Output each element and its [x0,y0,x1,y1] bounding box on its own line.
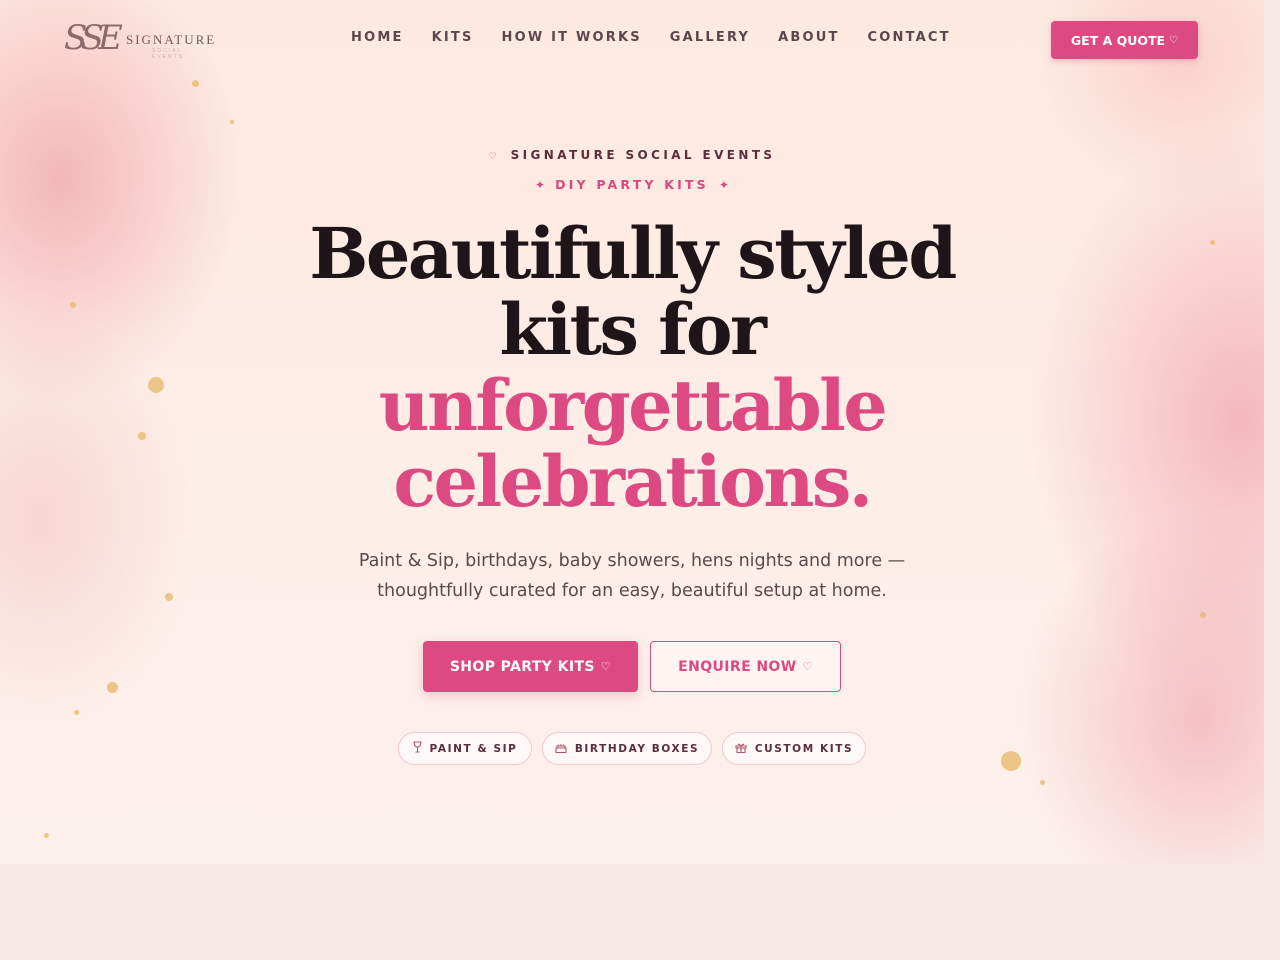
gift-icon [735,742,747,756]
gold-speck [1200,612,1206,618]
get-a-quote-button[interactable]: GET A QUOTE ♡ [1051,21,1198,59]
gold-speck [192,80,199,87]
kicker-text: DIY PARTY KITS [555,177,709,192]
wine-glass-icon [412,741,422,756]
brand-logo[interactable]: SSE SIGNATURE SOCIAL EVENTS [64,18,214,60]
chip-custom-kits[interactable]: CUSTOM KITS [722,732,866,765]
gold-speck [74,710,79,715]
main-menu: HOME KITS HOW IT WORKS GALLERY ABOUT CON… [351,30,951,45]
chip-label: CUSTOM KITS [754,742,854,755]
gold-speck [107,682,118,693]
eyebrow-text: SIGNATURE SOCIAL EVENTS [510,148,776,162]
hero-kicker: ✦ DIY PARTY KITS ✦ [0,177,1264,192]
get-a-quote-label: GET A QUOTE [1070,32,1166,48]
top-nav: SSE SIGNATURE SOCIAL EVENTS HOME KITS HO… [0,0,1264,80]
heart-icon: ♡ [488,152,497,162]
heart-icon: ♡ [802,660,813,673]
sparkle-icon: ✦ [718,178,729,192]
gold-speck [1040,780,1045,785]
nav-home[interactable]: HOME [351,30,404,45]
enquire-now-label: ENQUIRE NOW [678,658,797,675]
headline-line-1: Beautifully styled [309,212,957,295]
gold-speck [1001,751,1021,771]
gold-speck [44,833,49,838]
heart-icon: ♡ [600,660,612,673]
nav-kits[interactable]: KITS [432,30,474,45]
heart-icon: ♡ [1169,34,1179,46]
sparkle-icon: ✦ [535,178,546,192]
nav-gallery[interactable]: GALLERY [670,30,750,45]
logo-tagline: SOCIAL EVENTS [152,48,185,60]
chip-paint-and-sip[interactable]: PAINT & SIP [398,732,532,765]
headline-line-2: kits for [499,288,767,371]
chip-birthday-boxes[interactable]: BIRTHDAY BOXES [542,732,712,765]
enquire-now-button[interactable]: ENQUIRE NOW ♡ [650,641,841,692]
gold-speck [165,593,173,601]
chip-label: PAINT & SIP [429,742,518,755]
headline-line-4: celebrations. [393,440,873,523]
nav-how-it-works[interactable]: HOW IT WORKS [502,30,642,45]
logo-monogram: SSE [64,18,123,58]
gold-speck [230,120,234,124]
nav-about[interactable]: ABOUT [778,30,839,45]
cake-icon [555,742,567,756]
shop-party-kits-button[interactable]: SHOP PARTY KITS ♡ [423,641,638,692]
hero-subtext: Paint & Sip, birthdays, baby showers, he… [358,551,906,601]
logo-wordmark: SIGNATURE [126,32,217,47]
hero-section: SSE SIGNATURE SOCIAL EVENTS HOME KITS HO… [0,0,1264,864]
nav-contact[interactable]: CONTACT [868,30,951,45]
headline-line-3: unforgettable [378,364,888,447]
chip-label: BIRTHDAY BOXES [574,742,700,755]
hero-headline: Beautifully styled kits for unforgettabl… [0,216,1264,520]
hero-eyebrow: ♡ SIGNATURE SOCIAL EVENTS [0,148,1264,162]
shop-party-kits-label: SHOP PARTY KITS [449,658,595,675]
